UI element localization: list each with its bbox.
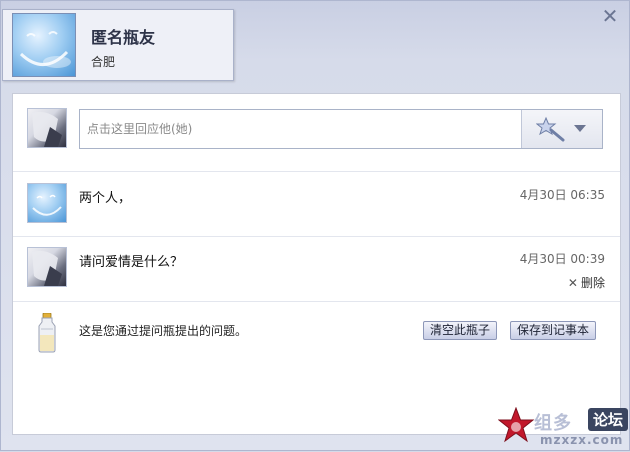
bottle-icon [38, 313, 56, 353]
close-icon: ✕ [567, 276, 578, 290]
profile-location: 合肥 [91, 55, 116, 69]
bottle-dialog: ✕ 匿名瓶友 合肥 点击这里回应他(她) 两个人， 4月30日 06:35 请问… [0, 0, 630, 451]
delete-label: 删除 [580, 276, 605, 290]
magic-wand-icon [536, 116, 565, 142]
save-to-notebook-button[interactable]: 保存到记事本 [510, 321, 597, 340]
reply-input[interactable] [80, 110, 524, 148]
watermark-text: 组多 [534, 413, 572, 434]
watermark-badge: 论坛 [588, 408, 629, 431]
my-avatar[interactable] [27, 108, 67, 148]
clear-bottle-button[interactable]: 清空此瓶子 [423, 321, 498, 340]
close-icon[interactable]: ✕ [601, 6, 619, 26]
message-time: 4月30日 06:35 [519, 188, 605, 202]
watermark-url: mzxzx.com [540, 433, 624, 447]
profile-name: 匿名瓶友 [91, 28, 156, 47]
divider [13, 301, 620, 302]
chevron-down-icon [574, 125, 586, 132]
profile-card: 匿名瓶友 合肥 [2, 9, 234, 81]
emoji-dropdown-button[interactable] [521, 110, 602, 148]
message-avatar[interactable] [27, 247, 67, 287]
message-text: 请问爱情是什么？ [79, 255, 184, 270]
divider [13, 236, 620, 237]
conversation-panel: 两个人， 4月30日 06:35 请问爱情是什么？ 4月30日 00:39 ✕删… [12, 93, 621, 435]
message-time: 4月30日 00:39 [519, 252, 605, 266]
message-text: 两个人， [79, 191, 132, 206]
profile-avatar[interactable] [12, 13, 76, 77]
site-watermark: 组多 论坛 mzxzx.com [496, 405, 630, 452]
reply-box [79, 109, 603, 149]
delete-button[interactable]: ✕ 删除 [568, 274, 605, 291]
message-avatar[interactable] [27, 183, 67, 223]
bottle-info-text: 这是您通过提问瓶提出的问题。 [79, 324, 248, 338]
divider [13, 171, 620, 172]
star-logo-icon [498, 407, 534, 443]
